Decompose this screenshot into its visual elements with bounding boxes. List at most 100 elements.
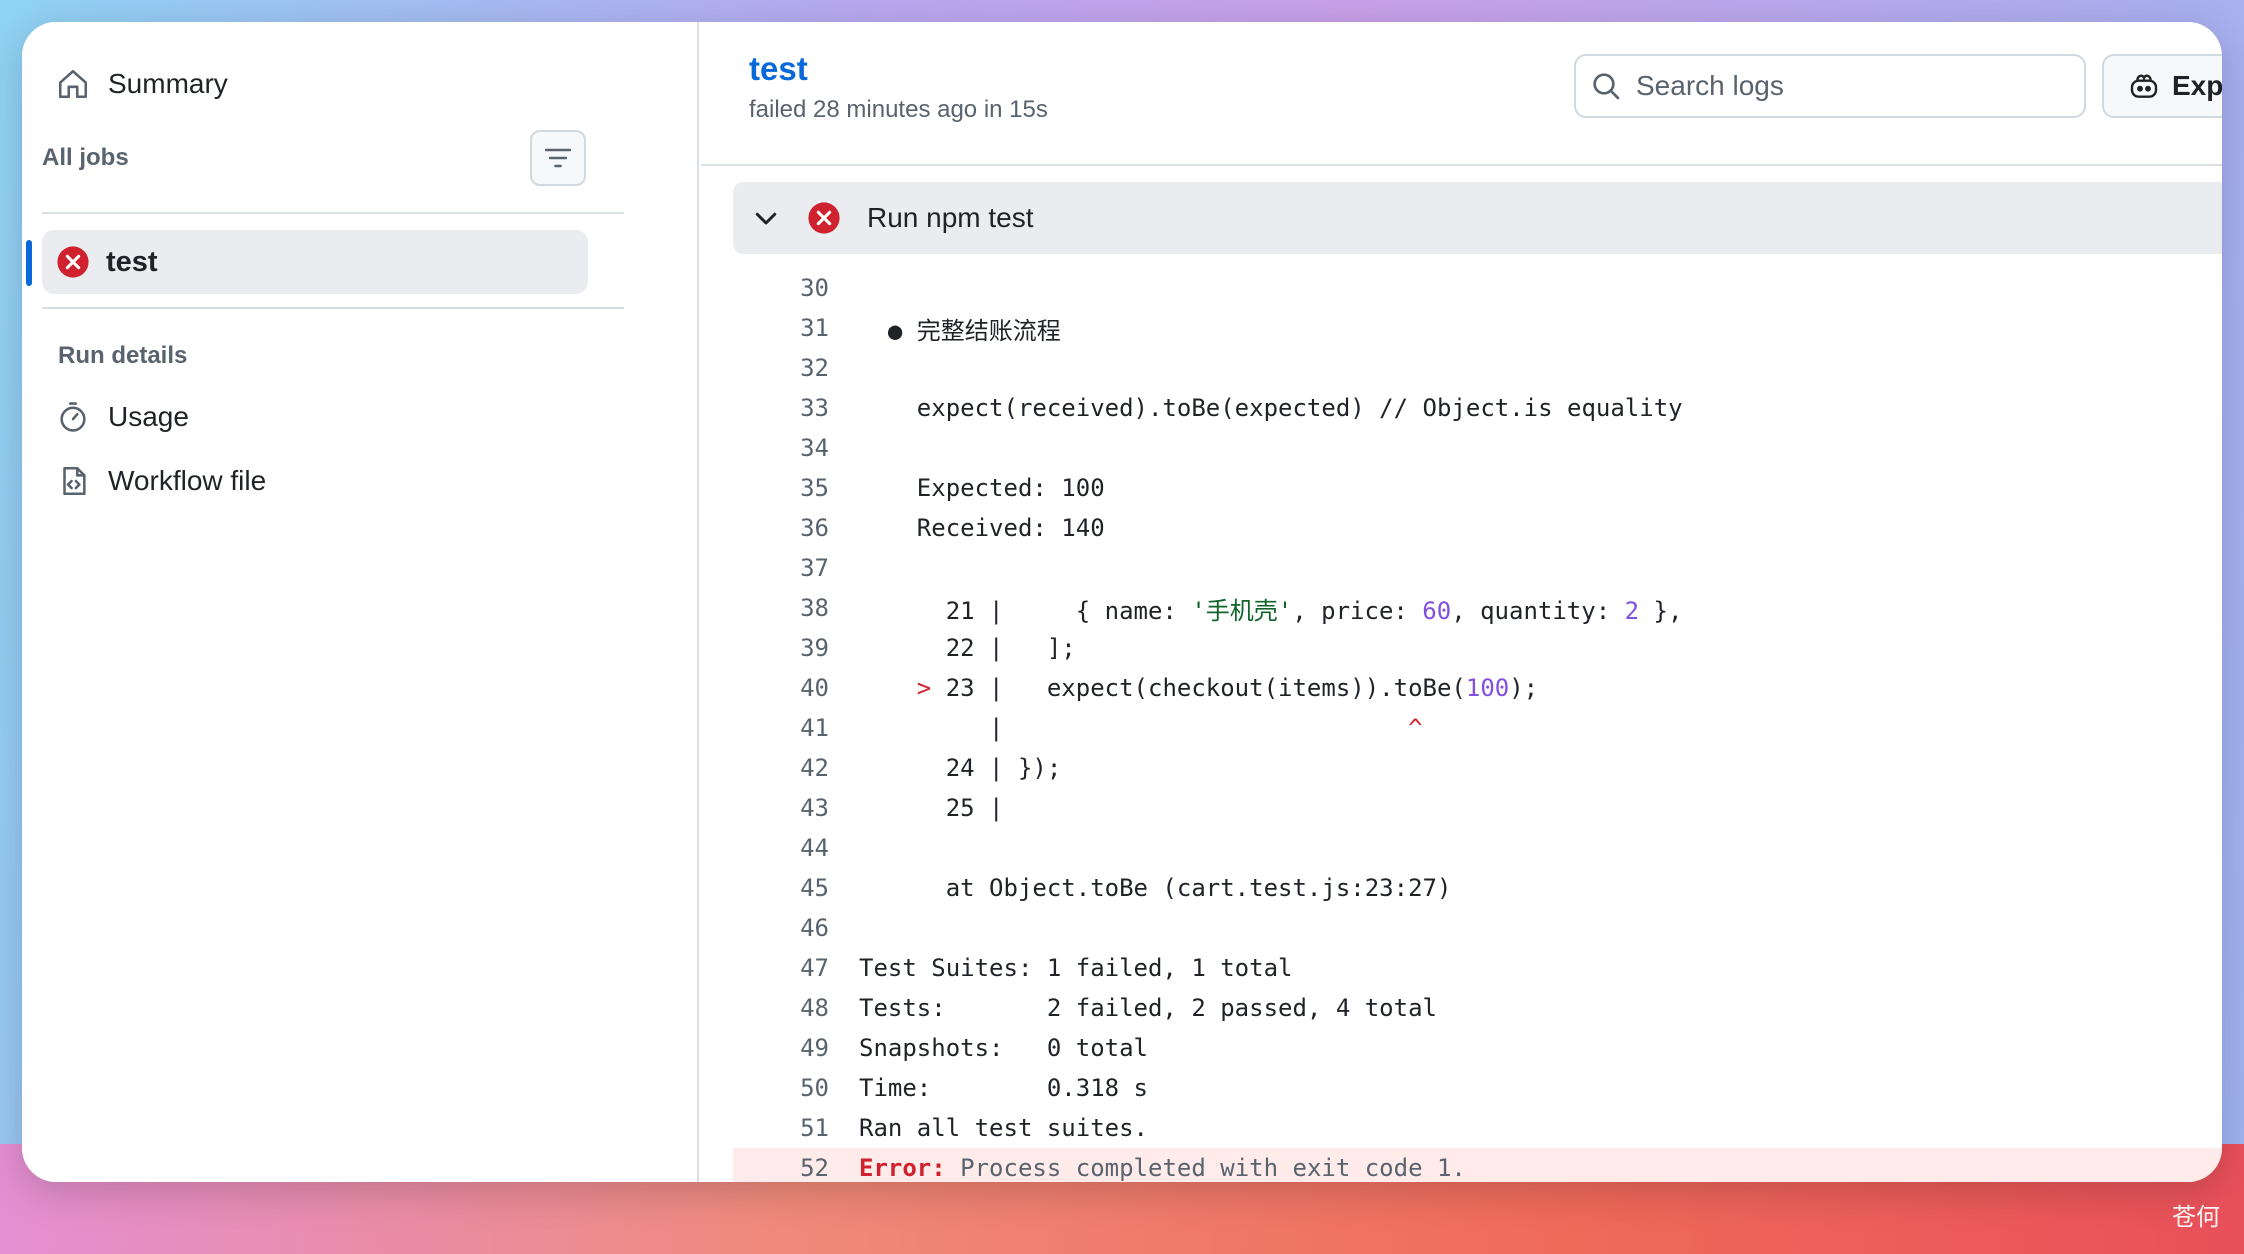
job-title[interactable]: test xyxy=(749,50,808,88)
log-text: | ^ xyxy=(859,714,1423,742)
line-number[interactable]: 51 xyxy=(733,1114,829,1142)
log-line: 49 Snapshots: 0 total xyxy=(733,1028,2222,1068)
error-label: Error: xyxy=(859,1154,946,1182)
line-number[interactable]: 33 xyxy=(733,394,829,422)
step-header[interactable]: Run npm test xyxy=(733,182,2222,254)
line-number[interactable]: 44 xyxy=(733,834,829,862)
log-text: Ran all test suites. xyxy=(859,1114,1148,1142)
log-text: > 23 | expect(checkout(items)).toBe(100)… xyxy=(916,674,1539,702)
filter-button[interactable] xyxy=(530,130,586,186)
line-number[interactable]: 37 xyxy=(733,554,829,582)
line-number[interactable]: 43 xyxy=(733,794,829,822)
line-number[interactable]: 42 xyxy=(733,754,829,782)
log-line: 52 Error: Process completed with exit cod… xyxy=(733,1148,2222,1182)
chevron-down-icon xyxy=(755,212,777,225)
log-text: 25 | xyxy=(859,794,1004,822)
log-line: 47 Test Suites: 1 failed, 1 total xyxy=(733,948,2222,988)
log-line: 32 xyxy=(733,348,2222,388)
line-number[interactable]: 52 xyxy=(733,1154,829,1182)
log-line: 31 ● 完整结账流程 xyxy=(733,308,2222,348)
log-text: Expected: 100 xyxy=(859,474,1105,502)
explain-label: Exp xyxy=(2172,70,2222,101)
log-line: 36 Received: 140 xyxy=(733,508,2222,548)
log-line: 46 xyxy=(733,908,2222,948)
log-line: 48 Tests: 2 failed, 2 passed, 4 total xyxy=(733,988,2222,1028)
search-logs-input[interactable]: Search logs xyxy=(1574,54,2086,118)
error-message: Process completed with exit code 1. xyxy=(960,1154,1466,1182)
log-text: Snapshots: 0 total xyxy=(859,1034,1148,1062)
log-line: 39 22 | ]; xyxy=(733,628,2222,668)
log-text: 21 | { name: '手机壳', price: 60, quantity:… xyxy=(859,596,1683,625)
line-number[interactable]: 34 xyxy=(733,434,829,462)
divider xyxy=(42,307,624,309)
log-line: 44 xyxy=(733,828,2222,868)
home-icon xyxy=(58,69,88,99)
line-number[interactable]: 48 xyxy=(733,994,829,1022)
line-number[interactable]: 47 xyxy=(733,954,829,982)
file-code-icon xyxy=(63,466,86,496)
log-line: 37 xyxy=(733,548,2222,588)
app-window: Summary All jobs test Run details Usage xyxy=(22,22,2222,1182)
line-number[interactable]: 40 xyxy=(733,674,829,702)
line-number[interactable]: 45 xyxy=(733,874,829,902)
log-text: Error: Process completed with exit code … xyxy=(829,1154,1466,1182)
line-number[interactable]: 32 xyxy=(733,354,829,382)
log-text: Test Suites: 1 failed, 1 total xyxy=(859,954,1293,982)
run-details-heading: Run details xyxy=(58,342,188,369)
line-number[interactable]: 41 xyxy=(733,714,829,742)
divider xyxy=(42,212,624,214)
log-line: 38 21 | { name: '手机壳', price: 60, quanti… xyxy=(733,588,2222,628)
line-number[interactable]: 31 xyxy=(733,314,829,342)
sidebar-item-label: Usage xyxy=(108,401,189,432)
log-text: at Object.toBe (cart.test.js:23:27) xyxy=(859,874,1452,902)
search-icon xyxy=(1593,73,1620,100)
log-line: 41 | ^ xyxy=(733,708,2222,748)
filter-icon xyxy=(544,148,572,168)
sidebar: Summary All jobs test Run details Usage xyxy=(22,22,699,1182)
log-line: 42 24 | }); xyxy=(733,748,2222,788)
log-line: 40 > 23 | expect(checkout(items)).toBe(1… xyxy=(733,668,2222,708)
log-line: 51 Ran all test suites. xyxy=(733,1108,2222,1148)
line-number[interactable]: 36 xyxy=(733,514,829,542)
log-line: 33 expect(received).toBe(expected) // Ob… xyxy=(733,388,2222,428)
job-status-text: failed 28 minutes ago in 15s xyxy=(749,96,1048,123)
selected-indicator xyxy=(26,240,32,286)
log-line: 43 25 | xyxy=(733,788,2222,828)
sidebar-item-label: Workflow file xyxy=(108,465,267,496)
sidebar-item-summary[interactable]: Summary xyxy=(56,67,228,101)
sidebar-item-workflow-file[interactable]: Workflow file xyxy=(56,464,266,498)
job-header: test failed 28 minutes ago in 15s Search… xyxy=(701,22,2222,166)
line-number[interactable]: 46 xyxy=(733,914,829,942)
log-text: ● 完整结账流程 xyxy=(859,316,1061,345)
log-line: 34 xyxy=(733,428,2222,468)
log-text: Received: 140 xyxy=(859,514,1105,542)
sidebar-item-label: Summary xyxy=(108,68,228,99)
log-text: 24 | }); xyxy=(859,754,1062,782)
log-text: Time: 0.318 s xyxy=(859,1074,1148,1102)
watermark: 苍何 xyxy=(2172,1203,2220,1231)
job-name: test xyxy=(106,245,158,278)
log-line: 45 at Object.toBe (cart.test.js:23:27) xyxy=(733,868,2222,908)
line-number[interactable]: 39 xyxy=(733,634,829,662)
job-item-test[interactable]: test xyxy=(42,230,588,294)
log-line: 50 Time: 0.318 s xyxy=(733,1068,2222,1108)
step-title: Run npm test xyxy=(867,202,1034,233)
main-panel: test failed 28 minutes ago in 15s Search… xyxy=(701,22,2222,1182)
line-number[interactable]: 38 xyxy=(733,594,829,622)
log-line: 30 xyxy=(733,268,2222,308)
line-number[interactable]: 50 xyxy=(733,1074,829,1102)
failed-icon xyxy=(57,246,89,278)
log-output: 30 31 ● 完整结账流程 32 33 expect(received).toBe(… xyxy=(733,268,2222,1182)
log-text: Tests: 2 failed, 2 passed, 4 total xyxy=(859,994,1437,1022)
line-number[interactable]: 35 xyxy=(733,474,829,502)
log-text: 22 | ]; xyxy=(859,634,1076,662)
log-line: 35 Expected: 100 xyxy=(733,468,2222,508)
explain-error-button[interactable]: Exp xyxy=(2102,54,2222,118)
failed-icon xyxy=(808,202,840,234)
line-number[interactable]: 49 xyxy=(733,1034,829,1062)
line-number[interactable]: 30 xyxy=(733,274,829,302)
all-jobs-heading: All jobs xyxy=(42,144,129,171)
search-placeholder: Search logs xyxy=(1636,70,1784,101)
sidebar-item-usage[interactable]: Usage xyxy=(56,400,189,434)
log-text: expect(received).toBe(expected) // Objec… xyxy=(859,394,1683,422)
